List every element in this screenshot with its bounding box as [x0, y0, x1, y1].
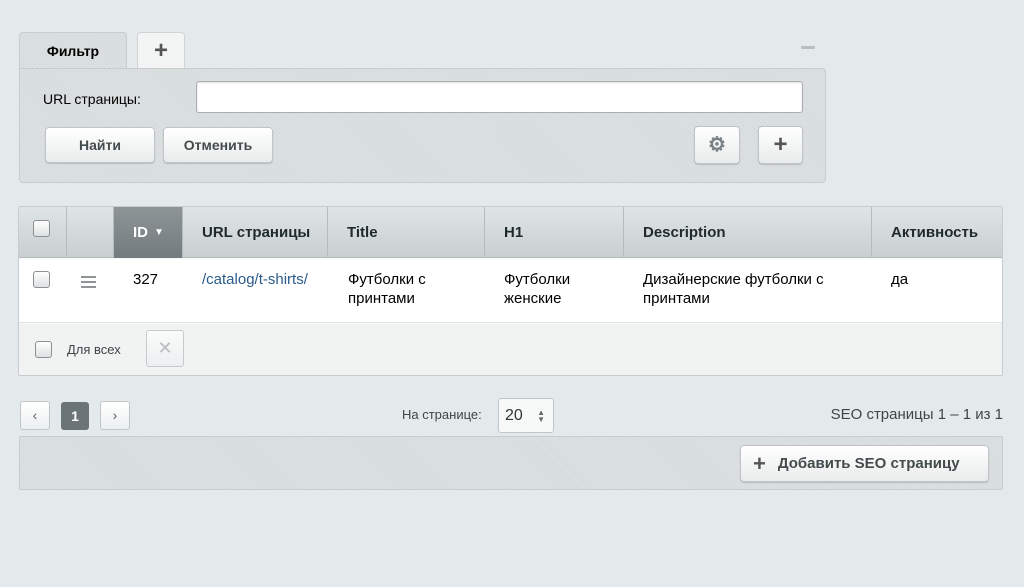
cell-url-link[interactable]: /catalog/t-shirts/	[202, 270, 322, 289]
column-header-label: H1	[504, 224, 524, 241]
seo-pages-table: ID ▼ URL страницы Title H1 Description А…	[18, 206, 1003, 376]
add-filter-tab-button[interactable]: +	[137, 32, 185, 68]
sort-desc-icon: ▼	[154, 227, 164, 238]
column-header-label: ID	[133, 224, 148, 241]
filter-panel: URL страницы: Найти Отменить ⚙ +	[19, 68, 826, 183]
close-icon: ✕	[157, 338, 173, 358]
per-page-label: На странице:	[402, 407, 482, 422]
column-header-h1[interactable]: H1	[485, 207, 624, 258]
pager-info: SEO страницы 1 – 1 из 1	[830, 406, 1003, 423]
header-checkbox-cell	[19, 207, 67, 258]
column-header-label: Title	[347, 224, 378, 241]
pager-prev-button[interactable]: ‹	[20, 401, 50, 430]
add-seo-page-label: Добавить SEO страницу	[777, 455, 960, 472]
column-header-title[interactable]: Title	[328, 207, 485, 258]
table-row[interactable]: 327 /catalog/t-shirts/ Футболки с принта…	[19, 259, 1002, 323]
delete-button[interactable]: ✕	[146, 330, 184, 367]
chevron-left-icon: ‹	[32, 407, 38, 423]
for-all-label: Для всех	[67, 342, 121, 357]
find-button[interactable]: Найти	[45, 127, 155, 163]
plus-icon: +	[753, 450, 766, 476]
per-page-value: 20	[505, 407, 523, 424]
table-footer: Для всех ✕	[19, 324, 1002, 375]
select-all-checkbox[interactable]	[33, 220, 50, 237]
action-bar: + Добавить SEO страницу	[19, 436, 1003, 490]
cell-description: Дизайнерские футболки с принтами	[643, 271, 824, 307]
gear-icon: ⚙	[708, 134, 726, 156]
filter-tabs: Фильтр +	[19, 32, 827, 70]
filter-settings-button[interactable]: ⚙	[694, 126, 740, 164]
cancel-button[interactable]: Отменить	[163, 127, 273, 163]
plus-icon: +	[773, 131, 788, 158]
column-header-label: Активность	[891, 224, 979, 241]
add-seo-page-button[interactable]: + Добавить SEO страницу	[740, 445, 989, 482]
column-header-url[interactable]: URL страницы	[183, 207, 328, 258]
add-filter-field-button[interactable]: +	[758, 126, 803, 164]
url-filter-input[interactable]	[196, 81, 803, 113]
collapse-filter-icon[interactable]	[801, 46, 815, 49]
header-actions-cell	[67, 207, 114, 258]
row-checkbox[interactable]	[33, 271, 50, 288]
column-header-label: Description	[643, 224, 726, 241]
select-arrows-icon: ▲ ▼	[537, 408, 545, 424]
pager-current-page[interactable]: 1	[61, 402, 89, 430]
cell-active: да	[891, 271, 909, 288]
column-header-id[interactable]: ID ▼	[114, 207, 183, 258]
plus-icon: +	[153, 37, 168, 64]
cell-title: Футболки с принтами	[348, 271, 426, 307]
chevron-right-icon: ›	[112, 407, 118, 423]
cell-id: 327	[133, 271, 159, 288]
row-menu-icon[interactable]	[81, 276, 96, 291]
url-field-label: URL страницы:	[43, 91, 141, 107]
per-page-select[interactable]: 20 ▲ ▼	[498, 398, 554, 433]
column-header-active[interactable]: Активность	[872, 207, 1002, 258]
tab-filter[interactable]: Фильтр	[19, 32, 127, 70]
for-all-checkbox[interactable]	[35, 341, 52, 358]
pager-next-button[interactable]: ›	[100, 401, 130, 430]
cell-h1: Футболки женские	[504, 271, 571, 307]
table-header: ID ▼ URL страницы Title H1 Description А…	[19, 207, 1002, 258]
column-header-label: URL страницы	[202, 224, 311, 241]
column-header-description[interactable]: Description	[624, 207, 872, 258]
